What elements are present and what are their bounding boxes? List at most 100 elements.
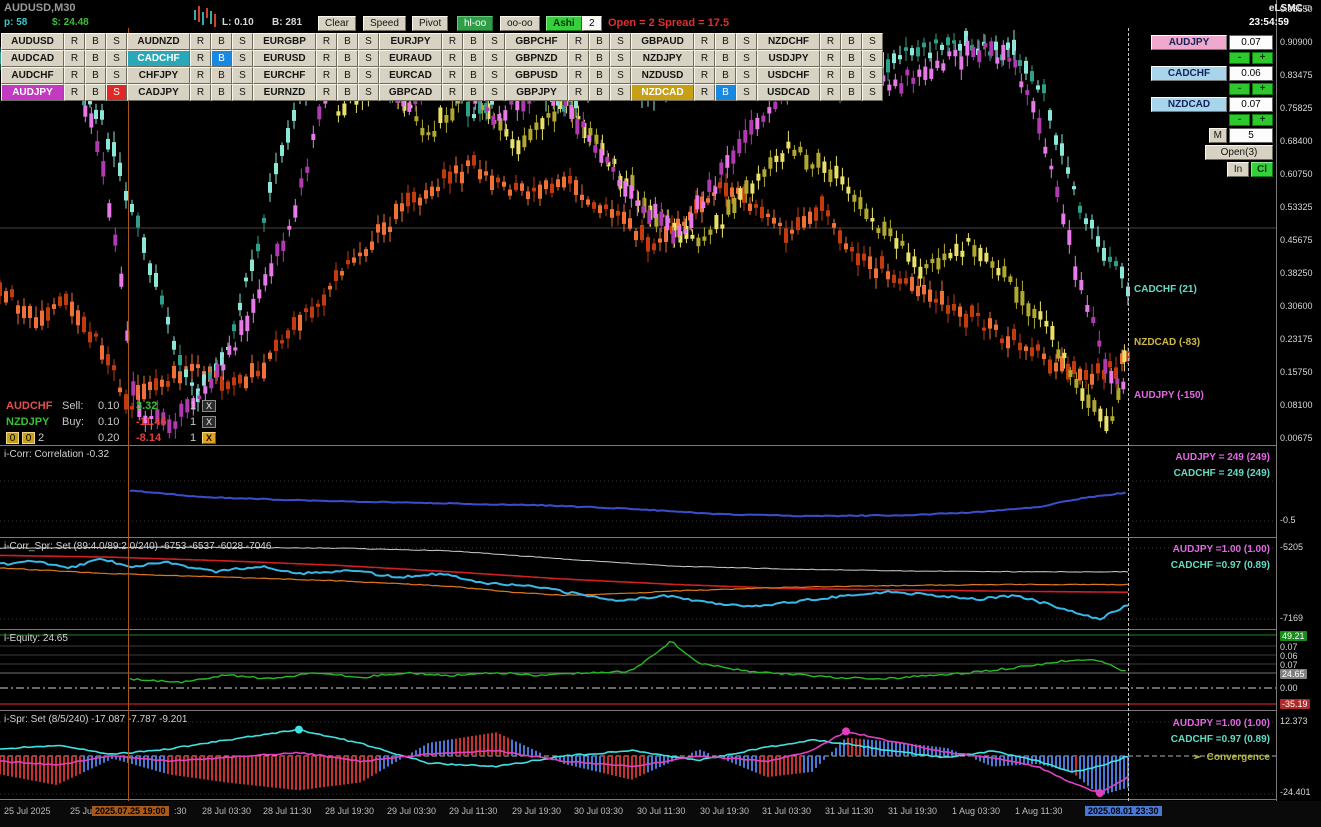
pair-AUDCHF[interactable]: AUDCHF: [1, 67, 64, 84]
pair-EURGBP-r-button[interactable]: R: [316, 33, 337, 50]
hl-oo-button[interactable]: hl-oo: [457, 16, 494, 31]
open-positions-button[interactable]: Open(3): [1205, 145, 1273, 160]
pair-AUDJPY-s-button[interactable]: S: [106, 84, 127, 101]
period-value[interactable]: 5: [1229, 128, 1273, 143]
pair-EURCAD-r-button[interactable]: R: [442, 67, 463, 84]
pair-NZDCHF-s-button[interactable]: S: [862, 33, 883, 50]
pair-AUDUSD-r-button[interactable]: R: [64, 33, 85, 50]
pair-GBPNZD-r-button[interactable]: R: [568, 50, 589, 67]
pair-GBPJPY-r-button[interactable]: R: [568, 84, 589, 101]
pair-CADCHF-b-button[interactable]: B: [211, 50, 232, 67]
speed-button[interactable]: Speed: [363, 16, 406, 31]
pair-EURCAD-b-button[interactable]: B: [463, 67, 484, 84]
pair-EURNZD-r-button[interactable]: R: [316, 84, 337, 101]
pair-EURCAD[interactable]: EURCAD: [379, 67, 442, 84]
pair-GBPJPY-b-button[interactable]: B: [589, 84, 610, 101]
pair-EURAUD-s-button[interactable]: S: [484, 50, 505, 67]
pair-USDCHF[interactable]: USDCHF: [757, 67, 820, 84]
pair-AUDCHF-b-button[interactable]: B: [85, 67, 106, 84]
pair-NZDCHF[interactable]: NZDCHF: [757, 33, 820, 50]
pair-AUDUSD-s-button[interactable]: S: [106, 33, 127, 50]
pair-NZDJPY-s-button[interactable]: S: [736, 50, 757, 67]
sidebar-minus-NZDCAD-button[interactable]: -: [1229, 114, 1250, 126]
pair-NZDUSD-r-button[interactable]: R: [694, 67, 715, 84]
pair-AUDNZD[interactable]: AUDNZD: [127, 33, 190, 50]
pair-EURJPY-s-button[interactable]: S: [484, 33, 505, 50]
pivot-button[interactable]: Pivot: [412, 16, 449, 31]
pair-EURUSD-s-button[interactable]: S: [358, 50, 379, 67]
pair-CADCHF-r-button[interactable]: R: [190, 50, 211, 67]
pair-AUDNZD-r-button[interactable]: R: [190, 33, 211, 50]
sidebar-pair-CADCHF[interactable]: CADCHF: [1151, 66, 1227, 81]
pair-EURNZD-s-button[interactable]: S: [358, 84, 379, 101]
pair-USDJPY-s-button[interactable]: S: [862, 50, 883, 67]
pair-USDCAD[interactable]: USDCAD: [757, 84, 820, 101]
close-position-button[interactable]: X: [202, 400, 216, 412]
close-button[interactable]: Cl: [1251, 162, 1273, 177]
pair-GBPUSD-b-button[interactable]: B: [589, 67, 610, 84]
pair-EURCHF-b-button[interactable]: B: [337, 67, 358, 84]
pair-EURAUD-r-button[interactable]: R: [442, 50, 463, 67]
pair-EURJPY-b-button[interactable]: B: [463, 33, 484, 50]
pair-EURUSD-r-button[interactable]: R: [316, 50, 337, 67]
pair-CADJPY[interactable]: CADJPY: [127, 84, 190, 101]
pair-USDCHF-b-button[interactable]: B: [841, 67, 862, 84]
oo-oo-button[interactable]: oo-oo: [500, 16, 540, 31]
pair-AUDUSD[interactable]: AUDUSD: [1, 33, 64, 50]
sidebar-plus-CADCHF-button[interactable]: +: [1252, 83, 1273, 95]
pair-GBPAUD-s-button[interactable]: S: [736, 33, 757, 50]
pair-NZDJPY[interactable]: NZDJPY: [631, 50, 694, 67]
pair-EURGBP-s-button[interactable]: S: [358, 33, 379, 50]
pair-AUDUSD-b-button[interactable]: B: [85, 33, 106, 50]
pair-GBPAUD-b-button[interactable]: B: [715, 33, 736, 50]
pair-EURAUD-b-button[interactable]: B: [463, 50, 484, 67]
pair-NZDCHF-r-button[interactable]: R: [820, 33, 841, 50]
pair-AUDNZD-b-button[interactable]: B: [211, 33, 232, 50]
pair-GBPCHF-b-button[interactable]: B: [589, 33, 610, 50]
pair-EURNZD[interactable]: EURNZD: [253, 84, 316, 101]
pair-AUDJPY-r-button[interactable]: R: [64, 84, 85, 101]
pair-USDCAD-r-button[interactable]: R: [820, 84, 841, 101]
pair-AUDCAD-r-button[interactable]: R: [64, 50, 85, 67]
pair-EURCAD-s-button[interactable]: S: [484, 67, 505, 84]
pair-NZDJPY-r-button[interactable]: R: [694, 50, 715, 67]
clear-button[interactable]: Clear: [318, 16, 356, 31]
sidebar-plus-AUDJPY-button[interactable]: +: [1252, 52, 1273, 64]
sidebar-lots-NZDCAD[interactable]: 0.07: [1229, 97, 1273, 112]
pair-GBPAUD[interactable]: GBPAUD: [631, 33, 694, 50]
pair-CHFJPY-r-button[interactable]: R: [190, 67, 211, 84]
pair-USDCAD-s-button[interactable]: S: [862, 84, 883, 101]
pair-AUDCAD[interactable]: AUDCAD: [1, 50, 64, 67]
pair-USDJPY[interactable]: USDJPY: [757, 50, 820, 67]
pair-GBPCAD-b-button[interactable]: B: [463, 84, 484, 101]
pair-GBPCHF[interactable]: GBPCHF: [505, 33, 568, 50]
in-button[interactable]: In: [1227, 162, 1249, 177]
ashi-period-value[interactable]: 2: [582, 16, 602, 31]
pair-GBPCHF-r-button[interactable]: R: [568, 33, 589, 50]
pair-USDJPY-b-button[interactable]: B: [841, 50, 862, 67]
pair-GBPUSD-r-button[interactable]: R: [568, 67, 589, 84]
pair-NZDCAD-s-button[interactable]: S: [736, 84, 757, 101]
pair-CADCHF-s-button[interactable]: S: [232, 50, 253, 67]
pair-AUDNZD-s-button[interactable]: S: [232, 33, 253, 50]
pair-EURCHF-r-button[interactable]: R: [316, 67, 337, 84]
pair-GBPUSD[interactable]: GBPUSD: [505, 67, 568, 84]
pair-AUDJPY[interactable]: AUDJPY: [1, 84, 64, 101]
pair-GBPUSD-s-button[interactable]: S: [610, 67, 631, 84]
minutes-mode-button[interactable]: M: [1208, 128, 1227, 143]
pair-NZDUSD-b-button[interactable]: B: [715, 67, 736, 84]
pair-EURUSD-b-button[interactable]: B: [337, 50, 358, 67]
pair-AUDCAD-b-button[interactable]: B: [85, 50, 106, 67]
pair-EURJPY-r-button[interactable]: R: [442, 33, 463, 50]
pair-EURGBP[interactable]: EURGBP: [253, 33, 316, 50]
pair-USDCHF-s-button[interactable]: S: [862, 67, 883, 84]
pair-GBPJPY-s-button[interactable]: S: [610, 84, 631, 101]
pair-GBPJPY[interactable]: GBPJPY: [505, 84, 568, 101]
pair-NZDUSD-s-button[interactable]: S: [736, 67, 757, 84]
pair-CADJPY-r-button[interactable]: R: [190, 84, 211, 101]
pair-GBPAUD-r-button[interactable]: R: [694, 33, 715, 50]
pair-GBPNZD-b-button[interactable]: B: [589, 50, 610, 67]
pair-NZDCAD-r-button[interactable]: R: [694, 84, 715, 101]
ashi-button[interactable]: Ashi: [546, 16, 582, 31]
pair-CHFJPY[interactable]: CHFJPY: [127, 67, 190, 84]
